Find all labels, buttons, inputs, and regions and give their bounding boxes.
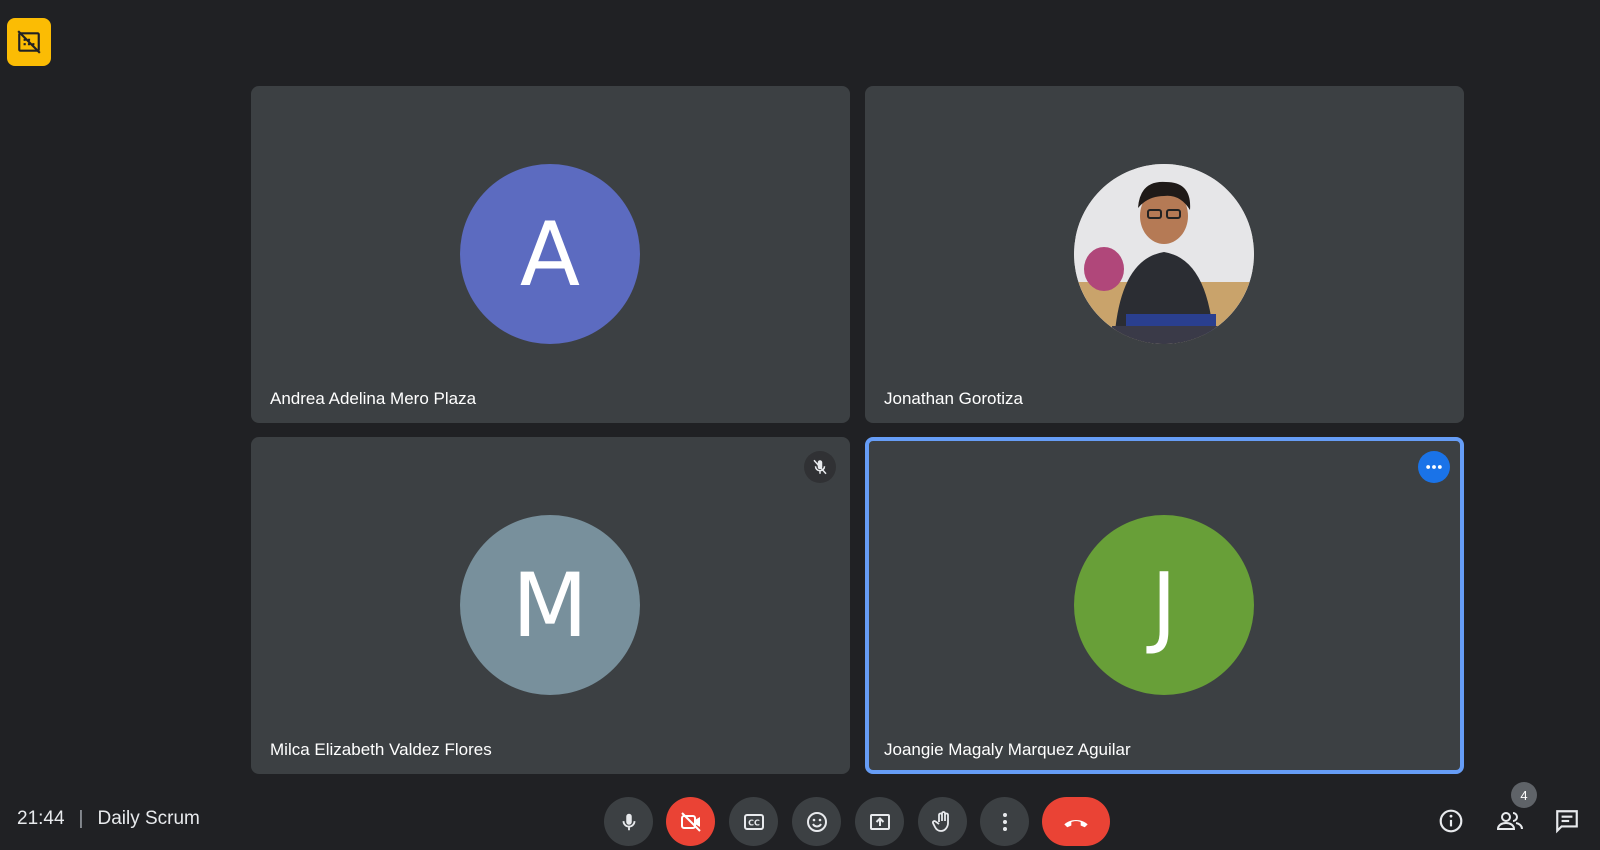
more-options-icon	[1002, 812, 1007, 831]
raise-hand-icon	[931, 810, 949, 832]
chat-button[interactable]	[1551, 805, 1583, 837]
meeting-time: 21:44	[17, 808, 65, 829]
emoji-button[interactable]	[792, 797, 841, 846]
avatar-initial: J	[1151, 553, 1177, 657]
avatar-initial: M	[512, 553, 588, 657]
camera-button[interactable]	[666, 797, 715, 846]
participant-name: Milca Elizabeth Valdez Flores	[270, 740, 492, 759]
microphone-icon	[622, 813, 635, 830]
captions-icon: CC	[743, 813, 764, 830]
avatar: A	[460, 164, 640, 344]
meeting-details-button[interactable]	[1435, 805, 1467, 837]
end-call-icon	[1064, 819, 1088, 827]
participant-tile-active[interactable]: J Joangie Magaly Marquez Aguilar	[865, 437, 1464, 774]
present-screen-icon	[869, 813, 890, 830]
avatar: J	[1074, 515, 1254, 695]
emoji-icon	[806, 811, 827, 832]
participant-name: Jonathan Gorotiza	[884, 389, 1023, 408]
separator: |	[78, 808, 84, 829]
muted-indicator	[804, 451, 836, 483]
avatar-initial: A	[519, 202, 581, 306]
people-icon	[1496, 812, 1523, 830]
meeting-title[interactable]: Daily Scrum	[97, 808, 199, 830]
people-count-badge: 4	[1511, 782, 1537, 808]
people-button[interactable]	[1494, 805, 1526, 837]
background-off-icon	[17, 30, 41, 54]
present-button[interactable]	[855, 797, 904, 846]
camera-off-icon	[680, 811, 701, 832]
more-options-button[interactable]	[980, 797, 1029, 846]
meeting-info: 21:44 | Daily Scrum	[17, 808, 200, 830]
avatar-photo	[1074, 164, 1254, 344]
avatar: M	[460, 515, 640, 695]
participant-more-button[interactable]	[1418, 451, 1450, 483]
person-photo-icon	[1074, 164, 1254, 344]
microphone-button[interactable]	[604, 797, 653, 846]
participant-name: Andrea Adelina Mero Plaza	[270, 389, 477, 408]
visual-effects-off-badge[interactable]	[7, 18, 51, 66]
participant-name: Joangie Magaly Marquez Aguilar	[884, 740, 1131, 759]
captions-button[interactable]: CC	[729, 797, 778, 846]
svg-text:CC: CC	[748, 818, 760, 827]
participant-tile[interactable]: Jonathan Gorotiza	[865, 86, 1464, 423]
chat-icon	[1556, 810, 1578, 834]
participant-tile[interactable]: A Andrea Adelina Mero Plaza	[251, 86, 850, 423]
more-horizontal-icon	[1426, 465, 1442, 469]
mic-off-icon	[813, 459, 827, 475]
end-call-button[interactable]	[1042, 797, 1110, 846]
info-icon	[1439, 809, 1463, 833]
participant-tile[interactable]: M Milca Elizabeth Valdez Flores	[251, 437, 850, 774]
raise-hand-button[interactable]	[918, 797, 967, 846]
